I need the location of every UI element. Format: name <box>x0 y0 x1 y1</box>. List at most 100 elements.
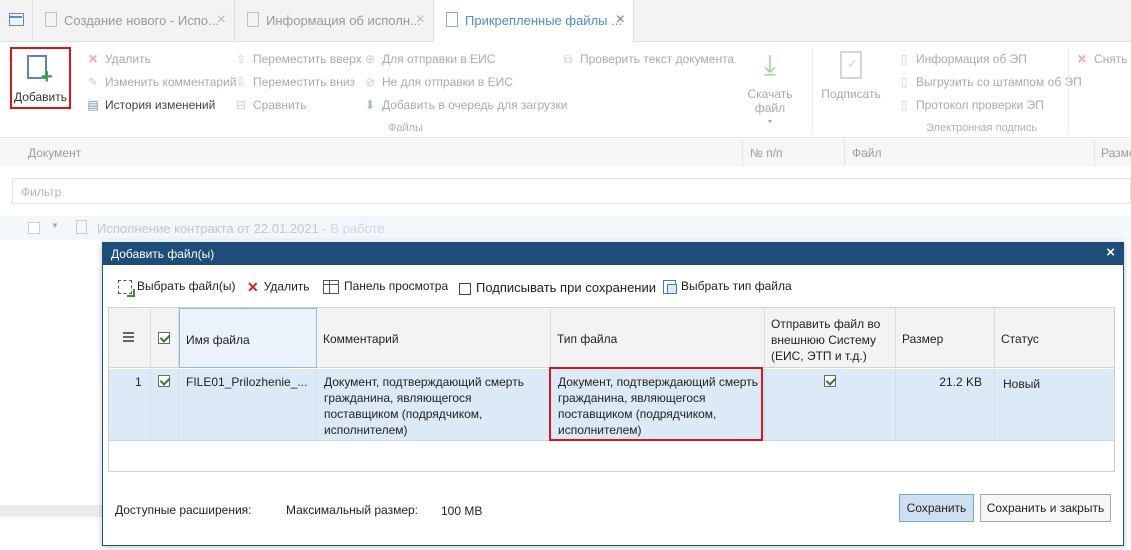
group-row[interactable]: ▼ Исполнение контракта от 22.01.2021 - В… <box>0 216 1131 240</box>
compare-button[interactable]: ⊟ Сравнить <box>234 98 307 112</box>
select-all-header[interactable] <box>151 308 179 368</box>
files-table-header: Имя файла Комментарий Тип файла Отправит… <box>109 308 1114 368</box>
delete-icon: ✕ <box>87 52 99 66</box>
save-and-close-button[interactable]: Сохранить и закрыть <box>980 494 1111 522</box>
send-external-cell[interactable] <box>765 369 896 441</box>
queue-label: Добавить в очередь для загрузки <box>382 98 568 112</box>
download-icon: ⤓ <box>763 49 777 80</box>
protocol-icon: ▯ <box>900 98 908 112</box>
tab-label: Прикрепленные файлы ... <box>465 13 622 28</box>
close-icon[interactable]: × <box>616 11 625 29</box>
check-text-button[interactable]: ⧉ Проверить текст документа <box>561 52 734 67</box>
col-file-type[interactable]: Тип файла <box>551 308 765 368</box>
col-size[interactable]: Размер <box>896 308 995 368</box>
dialog-close-button[interactable]: × <box>1106 244 1115 261</box>
row-select-cell[interactable] <box>151 369 179 441</box>
sign-icon <box>840 51 862 79</box>
filter-input[interactable]: Фильтр <box>12 178 1131 204</box>
ep-info-button[interactable]: ▯ Информация об ЭП <box>897 52 1027 66</box>
download-file-button[interactable]: ⤓ Скачать файл ▾ <box>732 49 808 126</box>
max-size-value: 100 MB <box>441 504 483 518</box>
check-text-label: Проверить текст документа <box>580 52 735 66</box>
comment-cell[interactable]: Документ, подтверждающий смерть граждани… <box>317 369 551 441</box>
queue-icon: ⬇ <box>364 98 376 112</box>
file-type-icon <box>663 279 677 294</box>
group-status: - В работе <box>318 221 385 236</box>
select-type-button[interactable]: Выбрать тип файла <box>663 279 792 294</box>
group-title: Исполнение контракта от 22.01.2021 - В р… <box>97 221 385 236</box>
remove-icon: ✕ <box>1076 52 1088 66</box>
row-checkbox[interactable] <box>158 375 170 387</box>
tab-attached-files[interactable]: Прикрепленные файлы ... × <box>434 0 634 43</box>
tab-label: Создание нового - Испо... <box>64 13 219 28</box>
files-group-label: Файлы <box>388 122 423 134</box>
stamp-icon: ▯ <box>900 75 908 89</box>
col-file-name[interactable]: Имя файла <box>179 308 317 368</box>
tab-executor-info[interactable]: Информация об исполн... × <box>235 0 434 42</box>
tab-create-execution[interactable]: Создание нового - Испо... × <box>33 0 235 42</box>
col-document[interactable]: Документ <box>28 146 81 160</box>
comment-text: Документ, подтверждающий смерть граждани… <box>324 375 524 437</box>
col-size[interactable]: Разме <box>1101 146 1131 160</box>
ep-info-label: Информация об ЭП <box>916 52 1027 66</box>
dialog-delete-label: Удалить <box>263 279 310 294</box>
window-icon <box>9 13 24 26</box>
move-up-button[interactable]: ⇧ Переместить вверх <box>234 52 362 66</box>
export-stamp-button[interactable]: ▯ Выгрузить со штампом об ЭП <box>897 75 1082 89</box>
col-send-external[interactable]: Отправить файл во внешнюю Систему (ЕИС, … <box>765 308 896 368</box>
dropdown-arrow-icon: ▾ <box>767 117 772 126</box>
col-comment-label: Комментарий <box>323 332 399 346</box>
edit-comment-button[interactable]: ✎ Изменить комментарий <box>86 75 236 89</box>
no-send-icon: ⊘ <box>364 75 376 89</box>
col-file[interactable]: Файл <box>852 146 882 160</box>
save-button[interactable]: Сохранить <box>899 494 974 522</box>
select-files-button[interactable]: Выбрать файл(ы) <box>118 279 236 294</box>
expand-icon[interactable]: ▼ <box>51 221 59 230</box>
not-for-eis-button[interactable]: ⊘ Не для отправки в ЕИС <box>363 75 513 89</box>
preview-panel-button[interactable]: Панель просмотра <box>323 279 448 294</box>
select-all-checkbox[interactable] <box>158 332 170 344</box>
document-icon <box>76 220 87 234</box>
col-comment[interactable]: Комментарий <box>317 308 551 368</box>
move-down-button[interactable]: ⇩ Переместить вниз <box>234 75 355 89</box>
document-icon <box>446 12 458 27</box>
tab-label: Информация об исполн... <box>266 13 421 28</box>
ep-group-label: Электронная подпись <box>926 122 1038 134</box>
remove-ep-button[interactable]: ✕ Снять Э <box>1075 52 1131 66</box>
remove-ep-label: Снять Э <box>1094 52 1131 66</box>
send-external-checkbox[interactable] <box>824 375 836 387</box>
queue-button[interactable]: ⬇ Добавить в очередь для загрузки <box>363 98 568 112</box>
dialog-delete-button[interactable]: ✕ Удалить <box>247 279 310 296</box>
sign-button[interactable]: Подписать <box>820 51 882 101</box>
tab-bar: Создание нового - Испо... × Информация о… <box>0 0 1131 43</box>
check-text-icon: ⧉ <box>563 52 573 66</box>
delete-button[interactable]: ✕ Удалить <box>86 52 151 66</box>
history-button[interactable]: ▤ История изменений <box>86 98 215 112</box>
ribbon-toolbar: + Добавить ✕ Удалить ✎ Изменить комментари… <box>0 43 1131 138</box>
checkbox-icon[interactable] <box>459 282 471 295</box>
dialog-title: Добавить файл(ы) <box>111 247 215 261</box>
group-checkbox[interactable] <box>28 222 40 234</box>
column-menu[interactable] <box>109 308 151 368</box>
compare-icon: ⊟ <box>235 98 247 112</box>
move-up-label: Переместить вверх <box>253 52 362 66</box>
select-files-icon <box>118 279 132 294</box>
menu-icon[interactable] <box>123 332 134 342</box>
horizontal-scrollbar[interactable] <box>0 505 102 517</box>
close-icon[interactable]: × <box>416 11 425 29</box>
col-num[interactable]: № п/п <box>750 146 783 160</box>
select-files-label: Выбрать файл(ы) <box>137 279 236 293</box>
add-button[interactable]: + Добавить <box>10 47 71 109</box>
column-divider <box>844 139 845 166</box>
group-title-text: Исполнение контракта от 22.01.2021 <box>97 221 319 236</box>
sign-on-save-checkbox[interactable]: Подписывать при сохранении <box>459 280 656 295</box>
ep-protocol-button[interactable]: ▯ Протокол проверки ЭП <box>897 98 1044 112</box>
col-status[interactable]: Статус <box>995 308 1114 368</box>
dialog-title-bar: Добавить файл(ы) × <box>103 243 1123 265</box>
file-name-cell[interactable]: FILE01_Prilozhenie_... <box>179 369 317 441</box>
home-tab[interactable] <box>0 0 33 42</box>
arrow-down-icon: ⇩ <box>235 75 247 89</box>
row-number: 1 <box>135 375 142 389</box>
for-eis-button[interactable]: ⊕ Для отправки в ЕИС <box>363 52 495 66</box>
close-icon[interactable]: × <box>217 11 226 29</box>
